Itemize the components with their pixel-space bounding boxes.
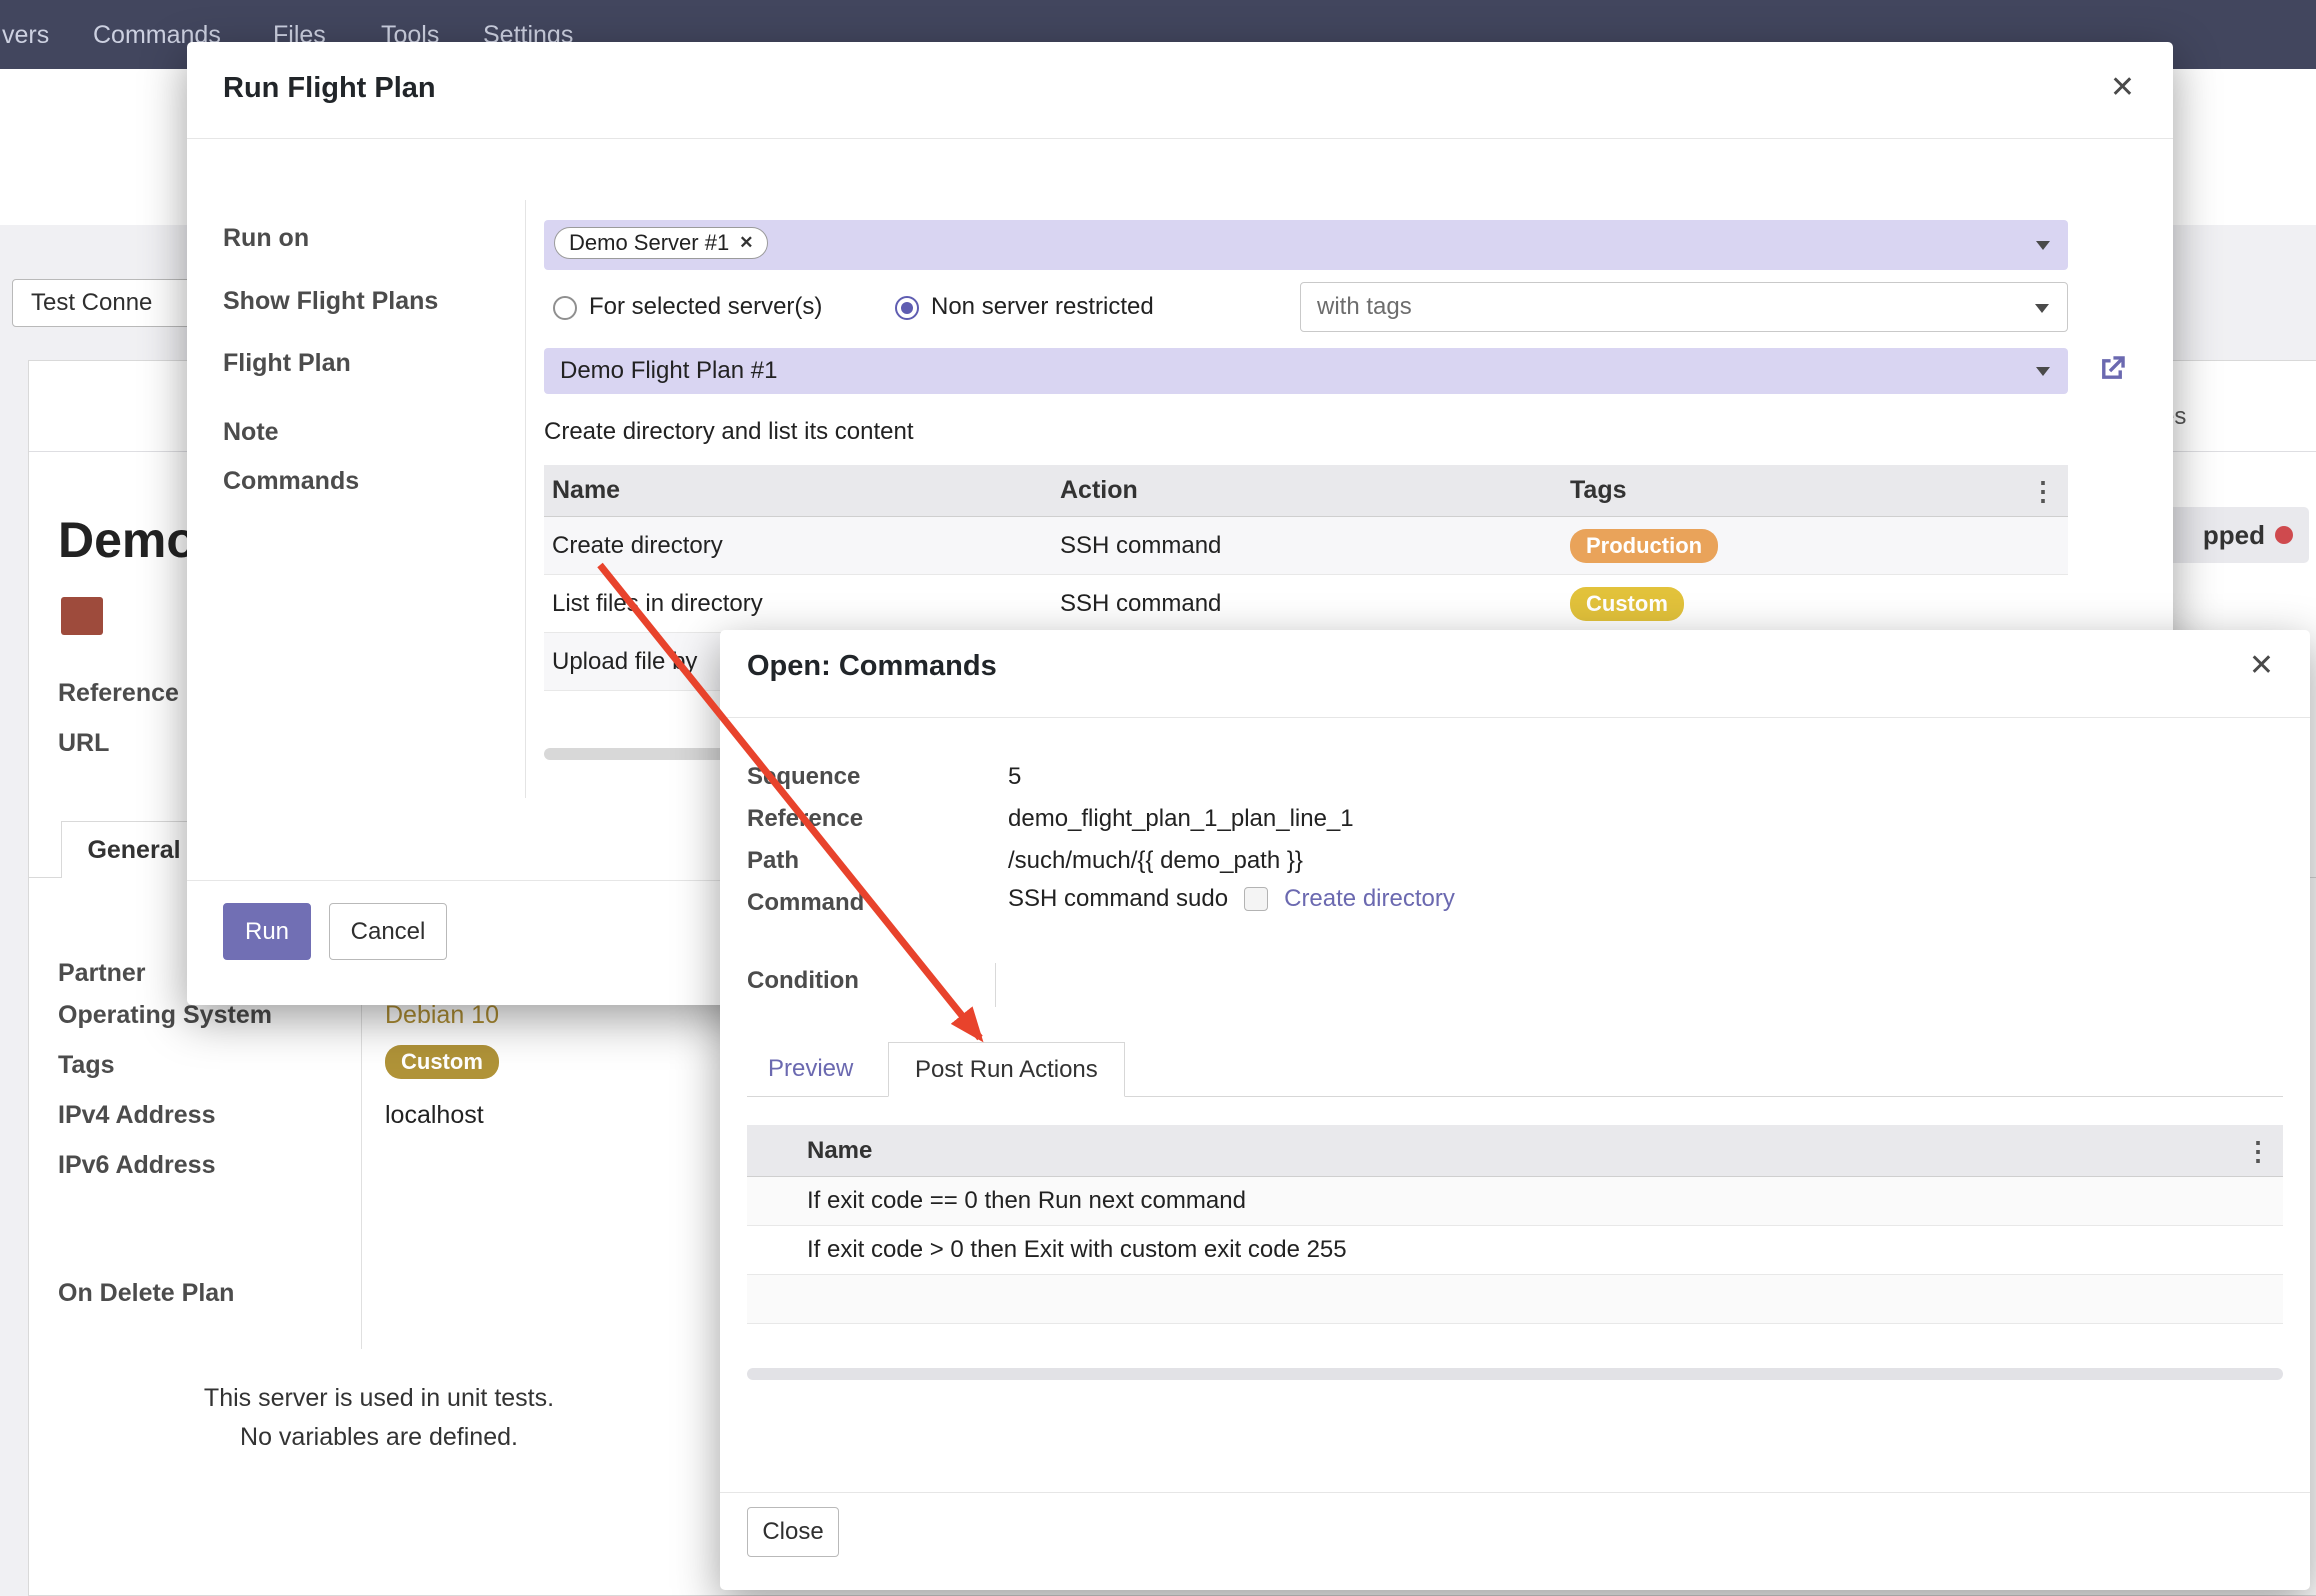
table-row[interactable] [747,1275,2283,1324]
url-label: URL [58,729,109,758]
nav-item-servers[interactable]: vers [2,21,49,50]
radio-for-selected-servers[interactable] [553,296,577,320]
server-notes: This server is used in unit tests. No va… [29,1379,729,1457]
condition-label: Condition [747,967,859,995]
ipv4-label: IPv4 Address [58,1101,215,1130]
horizontal-scrollbar[interactable] [747,1368,2283,1380]
table-row[interactable]: Create directory SSH command Production [544,517,2068,575]
col-action[interactable]: Action [1060,476,1570,505]
close-icon[interactable]: ✕ [2249,648,2274,683]
reference-label: Reference [58,679,179,708]
reference-value: demo_flight_plan_1_plan_line_1 [1008,805,1354,833]
commands-label: Commands [223,467,359,496]
run-on-label: Run on [223,224,309,253]
reference-label: Reference [747,805,863,833]
open-commands-dialog: Open: Commands ✕ Sequence 5 Reference de… [720,630,2310,1590]
cell-action: SSH command [1060,532,1570,560]
tab-preview[interactable]: Preview [768,1055,853,1083]
post-run-actions-table: Name ⋮ If exit code == 0 then Run next c… [747,1125,2283,1324]
action-name: If exit code > 0 then Exit with custom e… [807,1236,1347,1264]
custom-tag-badge: Custom [1570,587,1684,621]
post-run-actions-header: Name ⋮ [747,1125,2283,1177]
footer-divider [720,1492,2310,1493]
col-name[interactable]: Name [787,1137,872,1165]
ipv6-label: IPv6 Address [58,1151,215,1180]
sequence-value: 5 [1008,763,1021,791]
table-row[interactable]: If exit code == 0 then Run next command [747,1177,2283,1226]
screen: vers Commands Files Tools Settings Test … [0,0,2316,1596]
note-label: Note [223,418,279,447]
tags-label: Tags [58,1051,115,1080]
cell-name: Create directory [544,532,1060,560]
close-icon[interactable]: ✕ [2110,70,2135,105]
run-on-field[interactable]: Demo Server #1 ✕ [544,220,2068,270]
tab-post-run-actions[interactable]: Post Run Actions [888,1042,1125,1097]
close-button[interactable]: Close [747,1507,839,1557]
operating-system-value[interactable]: Debian 10 [385,1001,499,1030]
col-tags[interactable]: Tags [1570,476,2068,505]
table-row[interactable]: List files in directory SSH command Cust… [544,575,2068,633]
operating-system-label: Operating System [58,1001,272,1030]
create-directory-link[interactable]: Create directory [1284,885,1455,913]
show-flight-plans-label: Show Flight Plans [223,287,438,316]
field-divider [361,949,362,1349]
production-tag-badge: Production [1570,529,1718,563]
tag-custom-badge: Custom [385,1045,499,1079]
chevron-down-icon[interactable] [2036,241,2050,250]
flight-plan-label: Flight Plan [223,349,351,378]
path-value: /such/much/{{ demo_path }} [1008,847,1303,875]
chip-remove-icon[interactable]: ✕ [739,233,753,253]
note-line-2: No variables are defined. [29,1418,729,1457]
col-name[interactable]: Name [544,476,1060,505]
status-label: pped [2203,520,2265,551]
tab-general[interactable]: General [61,821,207,878]
flight-plan-value: Demo Flight Plan #1 [560,357,777,385]
command-checkbox[interactable] [1244,887,1268,911]
color-swatch[interactable] [61,597,103,635]
table-row[interactable]: If exit code > 0 then Exit with custom e… [747,1226,2283,1275]
cell-name: List files in directory [544,590,1060,618]
chevron-down-icon[interactable] [2036,367,2050,376]
commands-table-header: Name Action Tags ⋮ [544,465,2068,517]
record-title: Demo [58,511,197,569]
flight-plan-select[interactable]: Demo Flight Plan #1 [544,348,2068,394]
cancel-button[interactable]: Cancel [329,903,447,960]
run-button[interactable]: Run [223,903,311,960]
path-label: Path [747,847,799,875]
command-value: SSH command sudo [1008,885,1228,913]
note-value: Create directory and list its content [544,418,914,446]
command-value-row: SSH command sudo Create directory [1008,885,1455,913]
label-field-divider [525,200,526,798]
note-line-1: This server is used in unit tests. [29,1379,729,1418]
radio-non-server-restricted[interactable] [895,296,919,320]
with-tags-value: with tags [1317,293,1412,321]
column-options-icon[interactable]: ⋮ [2245,1138,2271,1164]
condition-field-divider [995,963,996,1007]
with-tags-select[interactable]: with tags [1300,282,2068,332]
header-divider [720,717,2310,718]
cell-action: SSH command [1060,590,1570,618]
chevron-down-icon[interactable] [2035,304,2049,313]
external-link-icon[interactable] [2095,352,2129,386]
partner-label: Partner [58,959,146,988]
on-delete-plan-label: On Delete Plan [58,1279,234,1308]
status-dot-icon [2275,526,2293,544]
command-label: Command [747,889,864,917]
radio-non-server-restricted-label[interactable]: Non server restricted [931,293,1154,321]
column-options-icon[interactable]: ⋮ [2030,478,2056,504]
dialog-title: Open: Commands [747,650,997,683]
ipv4-value: localhost [385,1101,484,1130]
dialog-title: Run Flight Plan [223,72,436,105]
server-chip-label: Demo Server #1 [569,230,729,256]
action-name: If exit code == 0 then Run next command [807,1187,1246,1215]
header-divider [187,138,2173,139]
sequence-label: Sequence [747,763,860,791]
radio-for-selected-servers-label[interactable]: For selected server(s) [589,293,822,321]
server-chip[interactable]: Demo Server #1 ✕ [554,227,768,259]
